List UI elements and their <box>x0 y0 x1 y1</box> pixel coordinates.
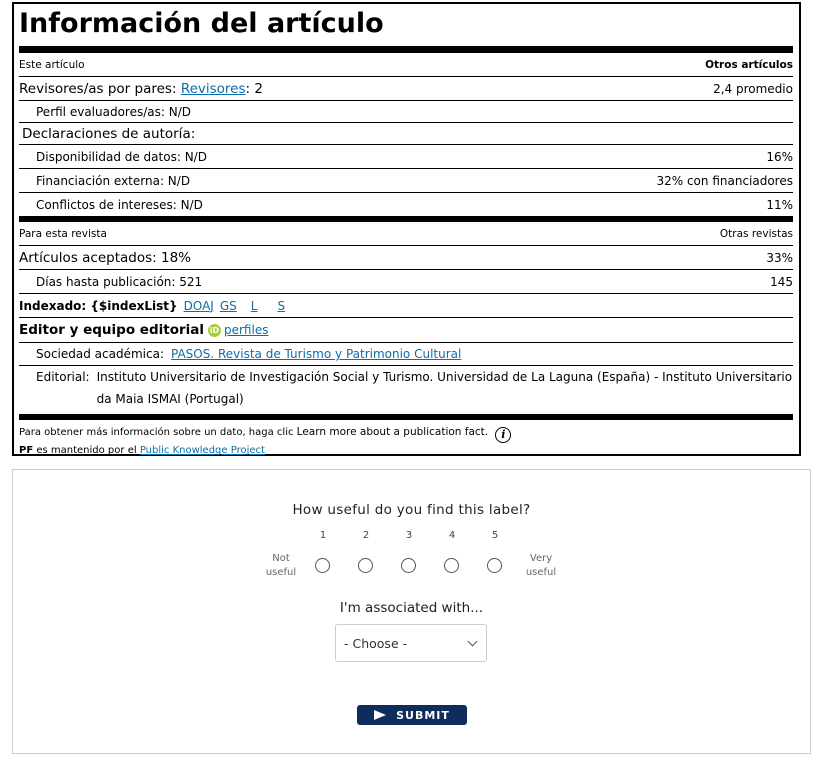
society-link[interactable]: PASOS. Revista de Turismo y Patrimonio C… <box>171 347 461 361</box>
association-select[interactable]: - Choose - <box>335 624 487 662</box>
footer-maintained: PF es mantenido por el Public Knowledge … <box>19 443 793 459</box>
publisher-value: Instituto Universitario de Investigación… <box>96 370 793 406</box>
data-availability-row: Disponibilidad de datos: N/D 16% <box>19 145 793 169</box>
pf-abbr: PF <box>19 445 34 456</box>
authorship-heading: Declaraciones de autoría: <box>22 125 196 142</box>
data-availability: Disponibilidad de datos: N/D <box>36 149 207 164</box>
conflicts-row: Conflictos de intereses: N/D 11% <box>19 193 793 216</box>
other-articles-header: Otros artículos <box>705 58 793 71</box>
this-journal-header: Para esta revista <box>19 227 107 240</box>
scale-low-label: Not useful <box>265 553 297 578</box>
peer-review-label: Revisores/as por pares: <box>19 80 177 97</box>
publisher-label: Editorial: <box>36 370 90 384</box>
reviewers-link[interactable]: Revisores <box>181 81 246 97</box>
rating-radio-3[interactable] <box>401 558 416 573</box>
reviewer-profile-row: Perfil evaluadores/as: N/D <box>19 101 793 123</box>
reviewers-count: : 2 <box>245 80 263 97</box>
publication-facts-label: Información del artículo Este artículo O… <box>12 2 801 456</box>
article-header-row: Este artículo Otros artículos <box>19 53 793 77</box>
conflicts: Conflictos de intereses: N/D <box>36 197 203 212</box>
accepted-row: Artículos aceptados: 18% 33% <box>19 246 793 270</box>
more-info-text: Para obtener más información sobre un da… <box>19 427 294 438</box>
profiles-link[interactable]: perfiles <box>224 323 268 337</box>
rating-radio-1[interactable] <box>315 558 330 573</box>
rating-radio-4[interactable] <box>444 558 459 573</box>
external-funding-row: Financiación externa: N/D 32% con financ… <box>19 169 793 193</box>
feedback-survey: How useful do you find this label? Not u… <box>12 469 811 754</box>
chevron-down-icon <box>467 636 478 646</box>
accepted-other: 33% <box>766 250 793 265</box>
label-title: Información del artículo <box>19 8 384 39</box>
rating-scale: Not useful 1 2 3 4 5 Very useful <box>263 530 563 590</box>
data-availability-other: 16% <box>766 149 793 164</box>
pkp-link[interactable]: Public Knowledge Project <box>140 445 265 456</box>
scale-number-5: 5 <box>491 530 499 541</box>
info-icon[interactable]: i <box>495 427 512 443</box>
index-link-doaj[interactable]: DOAJ <box>184 299 214 313</box>
journal-header-row: Para esta revista Otras revistas <box>19 222 793 246</box>
association-question: I'm associated with... <box>339 600 484 616</box>
peer-review-other: 2,4 promedio <box>713 81 793 96</box>
index-link-s[interactable]: S <box>277 299 285 313</box>
peer-review-row: Revisores/as por pares: Revisores: 2 2,4… <box>19 77 793 101</box>
association-select-value: - Choose - <box>344 635 408 651</box>
submit-label: SUBMIT <box>396 708 450 722</box>
send-icon <box>374 710 387 720</box>
scale-number-3: 3 <box>405 530 413 541</box>
publisher-row: Editorial: Instituto Universitario de In… <box>19 366 793 412</box>
indexed-label: Indexado: {$indexList} <box>19 298 178 313</box>
conflicts-other: 11% <box>766 197 793 212</box>
scale-high-label: Very useful <box>525 553 557 578</box>
survey-question: How useful do you find this label? <box>292 502 531 518</box>
rating-radio-5[interactable] <box>487 558 502 573</box>
indexed-row: Indexado: {$indexList} DOAJ GS L S <box>19 294 793 318</box>
this-article-header: Este artículo <box>19 58 85 71</box>
scale-number-2: 2 <box>362 530 370 541</box>
orcid-icon: iD <box>208 323 221 337</box>
other-journals-header: Otras revistas <box>719 227 793 240</box>
editor-row: Editor y equipo editorial iD perfiles <box>19 318 793 343</box>
external-funding: Financiación externa: N/D <box>36 173 191 188</box>
authorship-heading-row: Declaraciones de autoría: <box>19 123 793 145</box>
editor-heading: Editor y equipo editorial <box>19 322 204 338</box>
rating-radio-2[interactable] <box>358 558 373 573</box>
footer-info: Para obtener más información sobre un da… <box>19 424 793 443</box>
submit-button[interactable]: SUBMIT <box>357 705 467 725</box>
scale-number-4: 4 <box>448 530 456 541</box>
days-to-publication: Días hasta publicación: 521 <box>36 274 203 289</box>
accepted-articles: Artículos aceptados: 18% <box>19 249 191 266</box>
index-link-gs[interactable]: GS <box>220 299 237 313</box>
divider <box>19 46 793 53</box>
days-to-publication-row: Días hasta publicación: 521 145 <box>19 270 793 294</box>
reviewer-profile: Perfil evaluadores/as: N/D <box>36 104 191 119</box>
society-label: Sociedad académica: <box>36 347 164 361</box>
days-to-publication-other: 145 <box>770 274 793 289</box>
divider <box>19 414 793 420</box>
external-funding-other: 32% con financiadores <box>656 173 793 188</box>
learn-more-text: Learn more about a publication fact. <box>296 426 489 438</box>
society-row: Sociedad académica: PASOS. Revista de Tu… <box>19 343 793 366</box>
maintained-by-text: es mantenido por el <box>33 445 140 456</box>
index-link-l[interactable]: L <box>251 299 258 313</box>
scale-number-1: 1 <box>319 530 327 541</box>
